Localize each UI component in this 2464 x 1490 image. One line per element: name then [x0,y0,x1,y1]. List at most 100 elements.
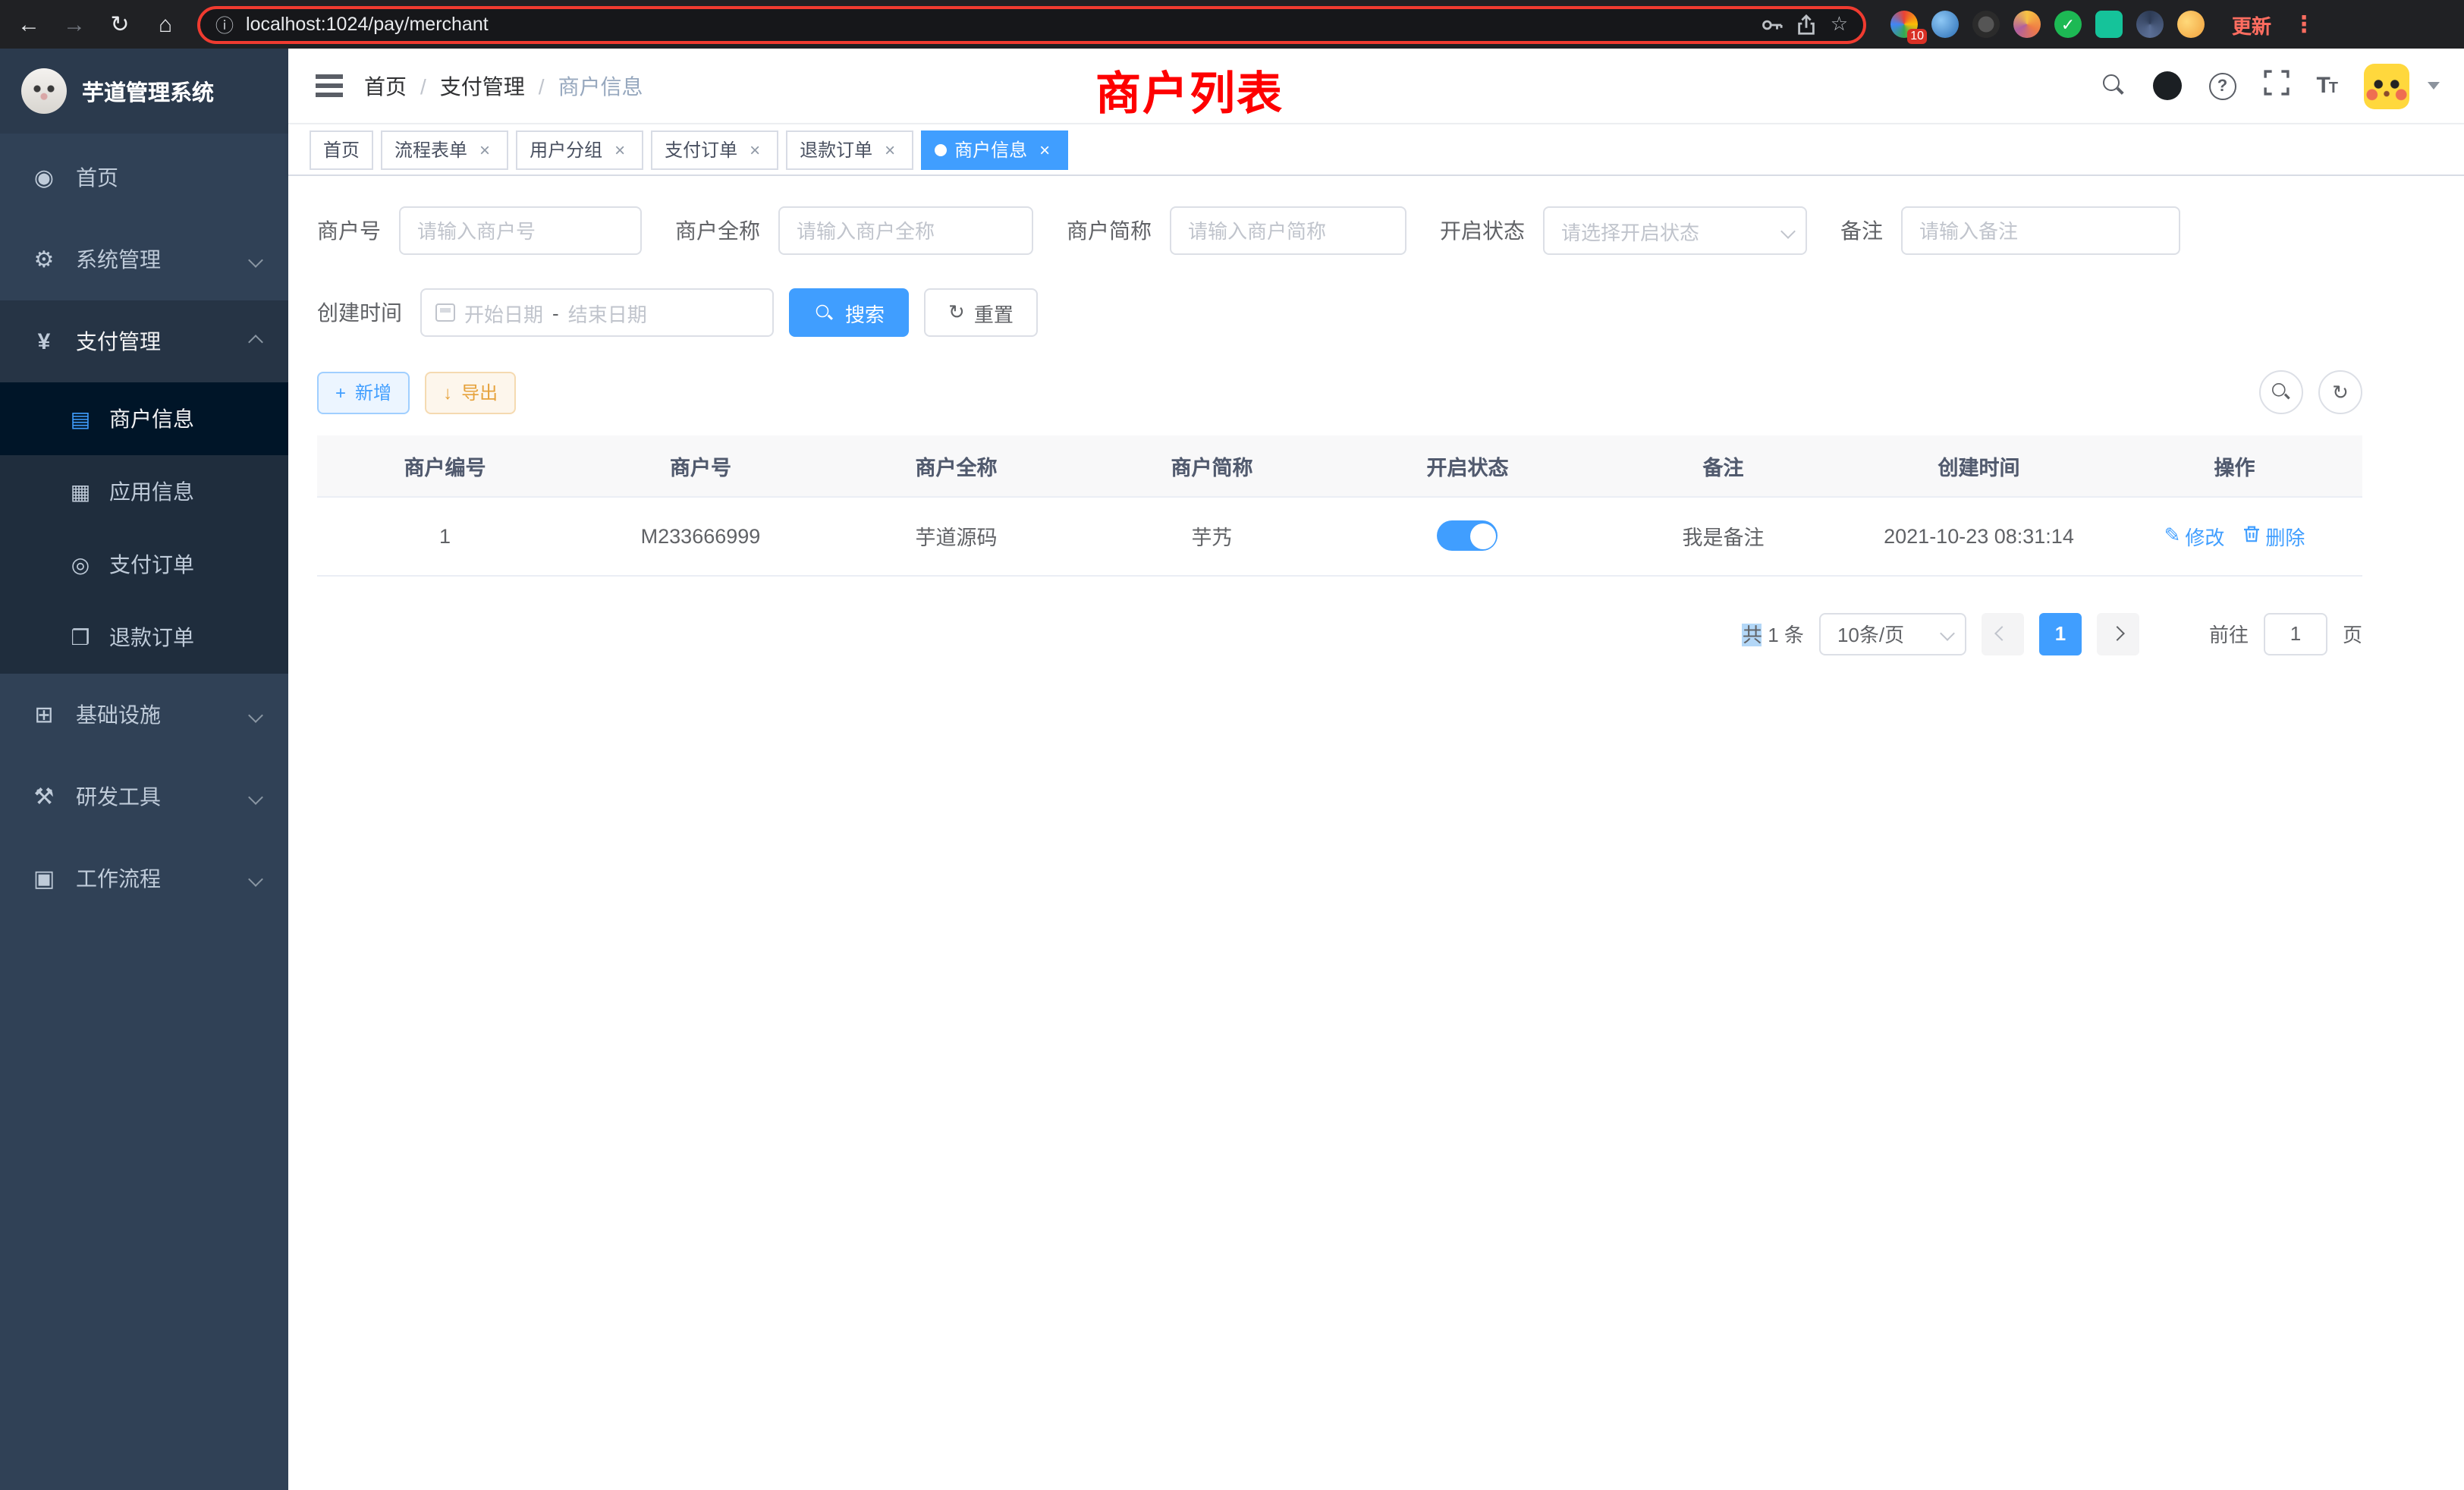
close-icon[interactable]: × [745,139,765,160]
reset-button[interactable]: ↻ 重置 [924,288,1038,337]
browser-update-button[interactable]: 更新 [2232,10,2271,39]
logo-title: 芋道管理系统 [82,75,214,107]
tab-refund-order[interactable]: 退款订单 × [786,130,913,169]
merchant-no-input[interactable] [399,206,642,255]
logo-avatar [21,68,67,114]
col-header: 商户号 [573,435,828,496]
sidebar-item-refund-order[interactable]: ❐ 退款订单 [0,601,288,674]
breadcrumb-item[interactable]: 支付管理 [440,71,525,101]
status-select[interactable]: 请选择开启状态 [1543,206,1807,255]
avatar[interactable] [2364,63,2409,108]
tab-user-group[interactable]: 用户分组 × [516,130,643,169]
chevron-left-icon [1995,626,2010,641]
infra-icon: ⊞ [30,701,58,728]
share-icon[interactable] [1796,13,1818,36]
font-size-icon[interactable]: TT [2316,73,2337,99]
extension-icon[interactable] [1972,11,2000,38]
sidebar-toggle-icon[interactable] [316,84,343,88]
edit-link[interactable]: ✎ 修改 [2164,521,2225,550]
refresh-table-button[interactable]: ↻ [2318,370,2362,414]
tab-home[interactable]: 首页 [310,130,373,169]
filter-row-1: 商户号 商户全称 商户简称 开启状态 请选择开启状态 备注 [317,206,2362,255]
cell-create-time: 2021-10-23 08:31:14 [1851,496,2107,575]
extension-icon[interactable] [2013,11,2041,38]
breadcrumb-item[interactable]: 首页 [364,71,407,101]
toolbar-left: + 新增 ↓ 导出 [317,371,516,413]
avatar-caret-icon[interactable] [2428,82,2440,90]
merchant-full-name-input[interactable] [778,206,1033,255]
export-button[interactable]: ↓ 导出 [425,371,516,413]
search-icon[interactable] [2102,74,2125,97]
add-button[interactable]: + 新增 [317,371,410,413]
chevron-down-icon [248,252,263,267]
sidebar-item-payment[interactable]: ¥ 支付管理 [0,300,288,382]
home-icon[interactable]: ⌂ [152,11,179,37]
remark-input[interactable] [1901,206,2180,255]
back-icon[interactable]: ← [15,11,42,37]
prev-page-button[interactable] [1982,612,2024,655]
date-separator: - [552,301,559,324]
sidebar-item-merchant-info[interactable]: ▤ 商户信息 [0,382,288,455]
annotation-title: 商户列表 [1095,56,1284,123]
tab-label: 用户分组 [530,137,602,162]
bookmark-star-icon[interactable]: ☆ [1831,12,1848,36]
col-header: 开启状态 [1340,435,1595,496]
breadcrumb-separator: / [420,74,426,98]
site-info-icon[interactable]: ⓘ [215,11,234,37]
sidebar-item-system[interactable]: ⚙ 系统管理 [0,218,288,300]
close-icon[interactable]: × [880,139,900,160]
next-page-button[interactable] [2097,612,2139,655]
tab-merchant-info[interactable]: 商户信息 × [921,130,1068,169]
merchant-short-name-input[interactable] [1170,206,1406,255]
extension-icon[interactable] [2177,11,2205,38]
logo[interactable]: 芋道管理系统 [0,49,288,134]
fullscreen-icon[interactable] [2263,69,2289,102]
tab-label: 商户信息 [954,137,1027,162]
browser-menu-icon[interactable]: ⋮ [2290,11,2318,38]
toolbar-right: ↻ [2259,370,2362,414]
close-icon[interactable]: × [1035,139,1054,160]
status-toggle[interactable] [1438,520,1498,551]
sidebar-item-home[interactable]: ◉ 首页 [0,137,288,218]
sidebar: 芋道管理系统 ◉ 首页 ⚙ 系统管理 ¥ 支付管理 ▤ 商户信息 [0,49,288,1490]
delete-link[interactable]: 删除 [2242,521,2305,550]
goto-page-input[interactable] [2264,612,2327,655]
sidebar-item-workflow[interactable]: ▣ 工作流程 [0,838,288,919]
chevron-down-icon [1780,223,1796,238]
sidebar-item-infra[interactable]: ⊞ 基础设施 [0,674,288,756]
extension-icon[interactable] [1931,11,1959,38]
extension-icon[interactable]: 10 [1890,11,1918,38]
key-icon[interactable] [1761,13,1784,36]
search-button[interactable]: 搜索 [789,288,909,337]
address-bar[interactable]: ⓘ localhost:1024/pay/merchant ☆ [197,5,1866,43]
table-row: 1 M233666999 芋道源码 芋艿 我是备注 2021-10-23 08:… [317,496,2362,575]
close-icon[interactable]: × [475,139,495,160]
extension-icon[interactable] [2136,11,2164,38]
search-icon [2272,383,2290,401]
page-size-select[interactable]: 10条/页 [1819,612,1966,655]
sidebar-item-app-info[interactable]: ▦ 应用信息 [0,455,288,528]
close-icon[interactable]: × [610,139,630,160]
button-label: 重置 [974,298,1014,327]
refresh-icon: ↻ [2332,380,2349,404]
help-icon[interactable]: ? [2208,72,2236,99]
merchant-card-icon: ▤ [67,406,94,432]
dashboard-icon: ◉ [30,164,58,191]
page-number-1[interactable]: 1 [2039,612,2082,655]
extension-icon[interactable] [2095,11,2123,38]
breadcrumb-item-current: 商户信息 [558,71,643,101]
tab-pay-order[interactable]: 支付订单 × [651,130,778,169]
github-icon[interactable] [2152,71,2181,100]
col-header: 备注 [1595,435,1851,496]
toggle-search-button[interactable] [2259,370,2303,414]
forward-icon[interactable]: → [61,11,88,37]
reload-icon[interactable]: ↻ [106,11,134,38]
sidebar-item-label: 首页 [76,162,118,193]
sidebar-item-pay-order[interactable]: ◎ 支付订单 [0,528,288,601]
extension-icon[interactable]: ✓ [2054,11,2082,38]
sidebar-item-devtools[interactable]: ⚒ 研发工具 [0,756,288,838]
field-label: 商户全称 [675,215,760,246]
top-navbar: 首页 / 支付管理 / 商户信息 ? TT [288,49,2464,124]
tab-process-form[interactable]: 流程表单 × [381,130,508,169]
date-range-picker[interactable]: 开始日期 - 结束日期 [420,288,774,337]
